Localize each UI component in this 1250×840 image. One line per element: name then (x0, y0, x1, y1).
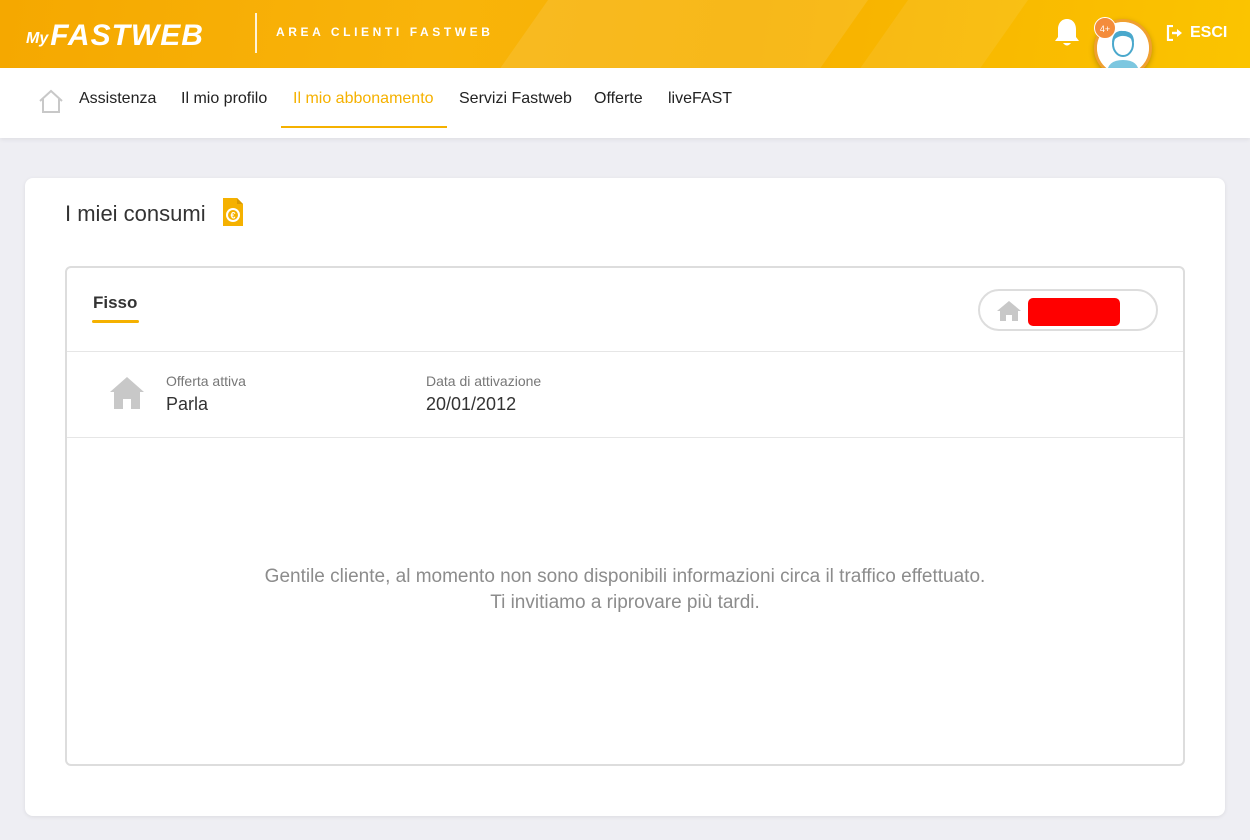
no-traffic-message: Gentile cliente, al momento non sono dis… (67, 564, 1183, 616)
fisso-panel: Fisso Offerta attiva Parla Data di attiv… (65, 266, 1185, 766)
message-line-2: Ti invitiamo a riprovare più tardi. (490, 592, 760, 613)
logout-button[interactable]: ESCI (1166, 22, 1227, 44)
notification-badge: 4+ (1094, 17, 1116, 39)
top-header: My FASTWEB AREA CLIENTI FASTWEB ESCI (0, 0, 1250, 68)
offer-value: Parla (166, 394, 209, 414)
logo-fastweb: FASTWEB (50, 19, 204, 52)
myfastweb-logo[interactable]: My FASTWEB (26, 14, 204, 54)
header-decoration (449, 0, 911, 68)
home-icon (110, 377, 144, 409)
tab-fisso-indicator (92, 320, 139, 323)
nav-item-livefast[interactable]: liveFAST (668, 90, 732, 108)
logout-label: ESCI (1190, 24, 1228, 41)
activation-value: 20/01/2012 (426, 394, 517, 414)
tab-fisso[interactable]: Fisso (93, 293, 137, 313)
main-nav: Assistenza Il mio profilo Il mio abbonam… (0, 68, 1250, 138)
nav-item-abbonamento[interactable]: Il mio abbonamento (293, 90, 434, 108)
page-title: I miei consumi (65, 201, 206, 226)
offer-label: Offerta attiva (166, 373, 246, 389)
logout-icon (1166, 25, 1182, 41)
bell-icon[interactable] (1052, 16, 1082, 50)
line-selector[interactable] (978, 289, 1158, 331)
nav-item-assistenza[interactable]: Assistenza (79, 90, 156, 108)
nav-item-offerte[interactable]: Offerte (594, 90, 643, 108)
divider (67, 437, 1183, 438)
euro-document-icon: € (223, 198, 243, 226)
consumi-card: I miei consumi € Fisso Offerta attiva Pa… (25, 178, 1225, 816)
activation-label: Data di attivazione (426, 373, 542, 389)
home-outline-icon[interactable] (37, 88, 65, 114)
area-title: AREA CLIENTI FASTWEB (276, 25, 494, 39)
svg-text:€: € (230, 211, 235, 221)
logo-my: My (26, 30, 49, 47)
nav-item-servizi[interactable]: Servizi Fastweb (459, 90, 572, 108)
header-divider (255, 13, 257, 53)
divider (67, 351, 1183, 352)
redacted-line-number (1028, 298, 1120, 326)
nav-item-profilo[interactable]: Il mio profilo (181, 90, 267, 108)
message-line-1: Gentile cliente, al momento non sono dis… (264, 566, 986, 587)
active-nav-indicator (281, 126, 447, 128)
home-icon (997, 301, 1021, 321)
